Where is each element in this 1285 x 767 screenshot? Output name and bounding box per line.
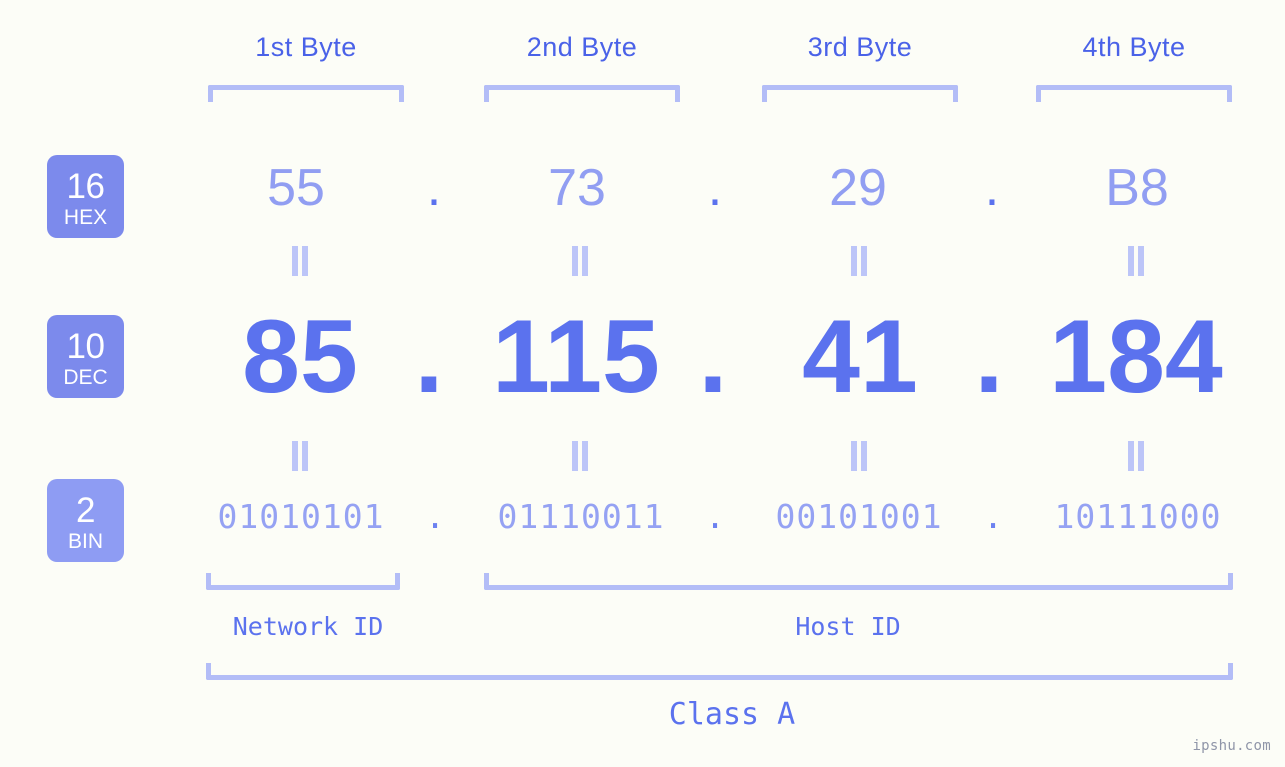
equals-icon-dec-bin-3	[848, 441, 870, 471]
host-id-bracket	[484, 573, 1233, 590]
byte-header-4: 4th Byte	[1082, 32, 1186, 62]
network-id-bracket	[206, 573, 400, 590]
equals-icon-dec-bin-1	[289, 441, 311, 471]
base-badge-dec-number: 10	[66, 327, 105, 366]
equals-icon-hex-dec-2	[569, 246, 591, 276]
watermark: ipshu.com	[1192, 738, 1271, 754]
base-badge-dec: 10 DEC	[47, 315, 124, 398]
bin-octet-2: 01110011	[497, 497, 665, 536]
bin-separator-3: .	[983, 497, 1003, 536]
dec-separator-1: .	[414, 299, 444, 415]
base-badge-hex: 16 HEX	[47, 155, 124, 238]
base-badge-dec-name: DEC	[63, 366, 108, 389]
byte-bracket-4	[1036, 85, 1232, 102]
dec-octet-1: 85	[242, 299, 358, 415]
equals-icon-dec-bin-4	[1125, 441, 1147, 471]
hex-octet-4: B8	[1105, 159, 1169, 217]
host-id-label: Host ID	[795, 612, 901, 641]
byte-bracket-3	[762, 85, 958, 102]
byte-header-1: 1st Byte	[255, 32, 357, 62]
equals-icon-hex-dec-3	[848, 246, 870, 276]
base-badge-hex-number: 16	[66, 167, 105, 206]
dec-octet-3: 41	[802, 299, 918, 415]
dec-octet-4: 184	[1049, 299, 1223, 415]
equals-icon-hex-dec-1	[289, 246, 311, 276]
hex-separator-3: .	[984, 159, 1000, 217]
bin-octet-1: 01010101	[217, 497, 385, 536]
base-badge-bin: 2 BIN	[47, 479, 124, 562]
equals-icon-hex-dec-4	[1125, 246, 1147, 276]
ip-address-breakdown-diagram: 1st Byte 2nd Byte 3rd Byte 4th Byte 16 H…	[0, 0, 1285, 767]
byte-header-3: 3rd Byte	[807, 32, 913, 62]
bin-separator-2: .	[705, 497, 725, 536]
hex-separator-1: .	[426, 159, 442, 217]
dec-octet-2: 115	[492, 299, 660, 415]
equals-icon-dec-bin-2	[569, 441, 591, 471]
hex-octet-1: 55	[267, 159, 325, 217]
base-badge-bin-name: BIN	[67, 530, 103, 553]
bin-octet-4: 10111000	[1054, 497, 1222, 536]
network-id-label: Network ID	[232, 612, 384, 641]
dec-separator-3: .	[974, 299, 1004, 415]
bin-separator-1: .	[425, 497, 445, 536]
class-bracket	[206, 663, 1233, 680]
base-badge-bin-number: 2	[76, 491, 95, 530]
dec-separator-2: .	[698, 299, 728, 415]
bin-octet-3: 00101001	[775, 497, 943, 536]
hex-octet-3: 29	[829, 159, 887, 217]
byte-header-2: 2nd Byte	[526, 32, 638, 62]
hex-separator-2: .	[707, 159, 723, 217]
base-badge-hex-name: HEX	[63, 206, 108, 229]
byte-bracket-2	[484, 85, 680, 102]
hex-octet-2: 73	[548, 159, 606, 217]
byte-bracket-1	[208, 85, 404, 102]
class-label: Class A	[668, 697, 796, 732]
